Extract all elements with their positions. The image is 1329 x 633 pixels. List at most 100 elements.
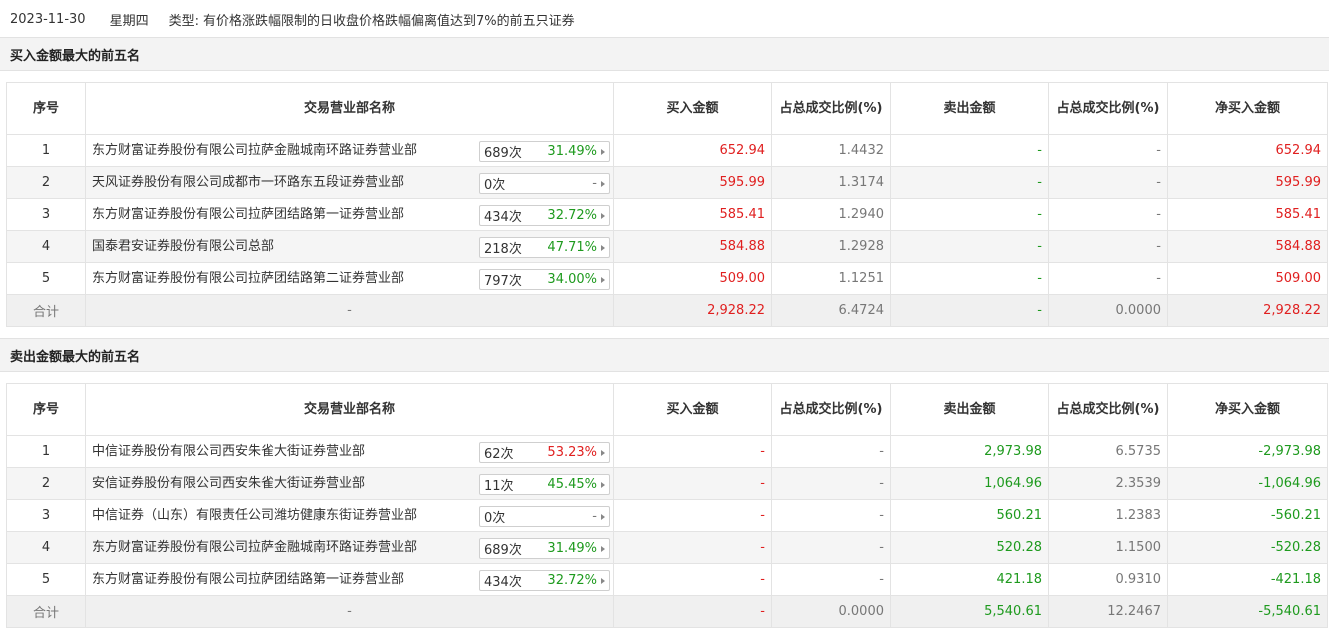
net-buy-amount: 584.88 <box>1167 230 1328 263</box>
col-buy-amount: 买入金额 <box>613 82 772 135</box>
success-rate: 32.72% <box>547 208 597 223</box>
branch-cell: 中信证券股份有限公司西安朱雀大街证券营业部 62次 53.23% <box>85 435 614 468</box>
col-seq: 序号 <box>6 383 86 436</box>
branch-name-link[interactable]: 东方财富证券股份有限公司拉萨团结路第一证券营业部 <box>92 565 404 595</box>
list-count: 0次 <box>484 511 506 526</box>
sell-amount: - <box>890 230 1049 263</box>
branch-stats-dropdown[interactable]: 62次 53.23% <box>479 442 610 463</box>
branch-stats-dropdown[interactable]: 689次 31.49% <box>479 141 610 162</box>
buy-ratio: - <box>771 531 891 564</box>
buy-ratio: 1.3174 <box>771 166 891 199</box>
col-seq: 序号 <box>6 82 86 135</box>
buy-amount: - <box>613 435 772 468</box>
buy-ratio: 1.1251 <box>771 262 891 295</box>
branch-name-link[interactable]: 中信证券股份有限公司西安朱雀大街证券营业部 <box>92 437 365 467</box>
table-row: 2 天风证券股份有限公司成都市一环路东五段证券营业部 0次 -595.99 1.3174… <box>6 166 1328 199</box>
branch-cell: 安信证券股份有限公司西安朱雀大街证券营业部 11次 45.45% <box>85 467 614 500</box>
col-sell-ratio: 占总成交比例(%) <box>1048 82 1168 135</box>
net-buy-amount: -421.18 <box>1167 563 1328 596</box>
branch-stats-dropdown[interactable]: 797次 34.00% <box>479 269 610 290</box>
list-count: 797次 <box>484 274 522 289</box>
col-branch: 交易营业部名称 <box>85 383 614 436</box>
branch-stats-dropdown[interactable]: 434次 32.72% <box>479 205 610 226</box>
col-sell-amount: 卖出金额 <box>890 82 1049 135</box>
branch-stats-dropdown[interactable]: 11次 45.45% <box>479 474 610 495</box>
buy-amount: 584.88 <box>613 230 772 263</box>
type-description: 有价格涨跌幅限制的日收盘价格跌幅偏离值达到7%的前五只证券 <box>202 13 575 29</box>
branch-stats-dropdown[interactable]: 218次 47.71% <box>479 237 610 258</box>
buy-amount: - <box>613 531 772 564</box>
branch-name-link[interactable]: 东方财富证券股份有限公司拉萨团结路第一证券营业部 <box>92 200 404 230</box>
success-rate: 45.45% <box>547 477 597 492</box>
branch-cell: 国泰君安证券股份有限公司总部 218次 47.71% <box>85 230 614 263</box>
caret-right-icon <box>601 212 605 219</box>
total-buy-ratio: 0.0000 <box>771 595 891 628</box>
buy-ratio: 1.2928 <box>771 230 891 263</box>
branch-cell: 东方财富证券股份有限公司拉萨金融城南环路证券营业部 689次 31.49% <box>85 134 614 167</box>
table-row: 5 东方财富证券股份有限公司拉萨团结路第二证券营业部 797次 34.00% 509.0… <box>6 262 1328 295</box>
branch-name-link[interactable]: 东方财富证券股份有限公司拉萨金融城南环路证券营业部 <box>92 136 417 166</box>
total-buy-ratio: 6.4724 <box>771 294 891 327</box>
buy-top5-table: 序号 交易营业部名称 买入金额 占总成交比例(%) 卖出金额 占总成交比例(%)… <box>6 82 1328 327</box>
total-branch: - <box>85 294 614 327</box>
table-row: 4 国泰君安证券股份有限公司总部 218次 47.71% 584.88 1.2928- -5… <box>6 230 1328 263</box>
col-sell-ratio: 占总成交比例(%) <box>1048 383 1168 436</box>
buy-ratio: - <box>771 467 891 500</box>
total-sell-amount: 5,540.61 <box>890 595 1049 628</box>
net-buy-amount: -520.28 <box>1167 531 1328 564</box>
buy-amount: - <box>613 467 772 500</box>
buy-amount: - <box>613 563 772 596</box>
branch-cell: 天风证券股份有限公司成都市一环路东五段证券营业部 0次 - <box>85 166 614 199</box>
branch-name-link[interactable]: 东方财富证券股份有限公司拉萨团结路第二证券营业部 <box>92 264 404 294</box>
sell-top5-table: 序号 交易营业部名称 买入金额 占总成交比例(%) 卖出金额 占总成交比例(%)… <box>6 383 1328 628</box>
list-count: 62次 <box>484 447 514 462</box>
col-branch: 交易营业部名称 <box>85 82 614 135</box>
net-buy-amount: 652.94 <box>1167 134 1328 167</box>
buy-ratio: - <box>771 499 891 532</box>
info-bar: 2023-11-30 星期四 类型: 有价格涨跌幅限制的日收盘价格跌幅偏离值达到… <box>0 0 1329 38</box>
table-row: 4 东方财富证券股份有限公司拉萨金融城南环路证券营业部 689次 31.49% - -52… <box>6 531 1328 564</box>
buy-ratio: 1.2940 <box>771 198 891 231</box>
row-seq: 3 <box>6 499 86 532</box>
caret-right-icon <box>601 148 605 155</box>
branch-name-link[interactable]: 国泰君安证券股份有限公司总部 <box>92 232 274 262</box>
branch-name-link[interactable]: 东方财富证券股份有限公司拉萨金融城南环路证券营业部 <box>92 533 417 563</box>
buy-amount: 595.99 <box>613 166 772 199</box>
branch-stats-dropdown[interactable]: 0次 - <box>479 506 610 527</box>
sell-ratio: - <box>1048 134 1168 167</box>
branch-stats-dropdown[interactable]: 434次 32.72% <box>479 570 610 591</box>
row-seq: 1 <box>6 435 86 468</box>
branch-stats-dropdown[interactable]: 689次 31.49% <box>479 538 610 559</box>
branch-cell: 中信证券（山东）有限责任公司潍坊健康东街证券营业部 0次 - <box>85 499 614 532</box>
caret-right-icon <box>601 449 605 456</box>
branch-stats-dropdown[interactable]: 0次 - <box>479 173 610 194</box>
caret-right-icon <box>601 513 605 520</box>
col-buy-ratio: 占总成交比例(%) <box>771 383 891 436</box>
net-buy-amount: 509.00 <box>1167 262 1328 295</box>
total-buy-amount: 2,928.22 <box>613 294 772 327</box>
buy-amount: - <box>613 499 772 532</box>
type-label: 类型: <box>168 13 199 29</box>
total-label: 合计 <box>6 595 86 628</box>
list-count: 689次 <box>484 146 522 161</box>
net-buy-amount: 595.99 <box>1167 166 1328 199</box>
trade-weekday: 星期四 <box>109 13 149 29</box>
net-buy-amount: -1,064.96 <box>1167 467 1328 500</box>
col-buy-ratio: 占总成交比例(%) <box>771 82 891 135</box>
success-rate: - <box>592 509 597 524</box>
branch-name-link[interactable]: 中信证券（山东）有限责任公司潍坊健康东街证券营业部 <box>92 501 417 531</box>
sell-amount: - <box>890 262 1049 295</box>
buy-ratio: - <box>771 563 891 596</box>
list-count: 218次 <box>484 242 522 257</box>
list-count: 434次 <box>484 575 522 590</box>
buy-section-title: 买入金额最大的前五名 <box>0 37 1329 71</box>
branch-cell: 东方财富证券股份有限公司拉萨团结路第一证券营业部 434次 32.72% <box>85 198 614 231</box>
net-buy-amount: -560.21 <box>1167 499 1328 532</box>
col-sell-amount: 卖出金额 <box>890 383 1049 436</box>
branch-name-link[interactable]: 安信证券股份有限公司西安朱雀大街证券营业部 <box>92 469 365 499</box>
branch-name-link[interactable]: 天风证券股份有限公司成都市一环路东五段证券营业部 <box>92 168 404 198</box>
sell-section-title: 卖出金额最大的前五名 <box>0 338 1329 372</box>
sell-ratio: - <box>1048 262 1168 295</box>
table-header-row: 序号 交易营业部名称 买入金额 占总成交比例(%) 卖出金额 占总成交比例(%)… <box>6 82 1328 135</box>
total-sell-ratio: 12.2467 <box>1048 595 1168 628</box>
